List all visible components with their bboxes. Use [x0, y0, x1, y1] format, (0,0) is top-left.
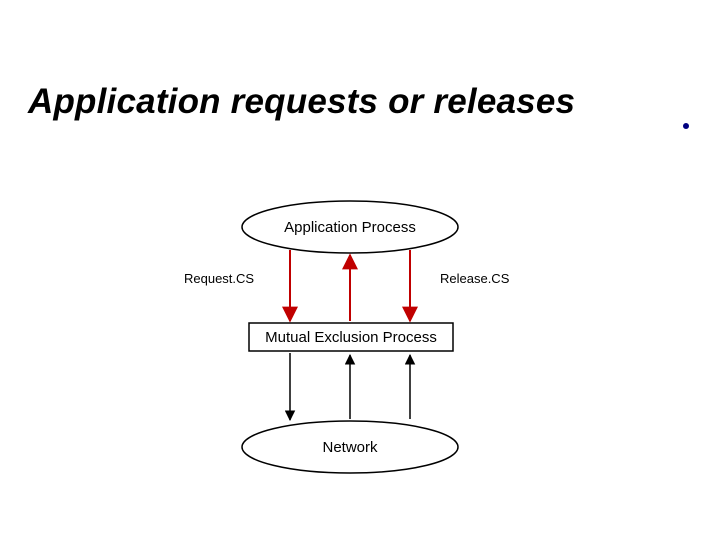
release-cs-label: Release.CS: [440, 271, 510, 286]
mutual-exclusion-node: Mutual Exclusion Process: [249, 323, 453, 351]
request-cs-label: Request.CS: [184, 271, 254, 286]
network-node: Network: [242, 421, 458, 473]
mutual-exclusion-label: Mutual Exclusion Process: [265, 329, 437, 346]
application-process-node: Application Process: [242, 201, 458, 253]
diagram-canvas: Application Process Mutual Exclusion Pro…: [0, 0, 720, 540]
application-process-label: Application Process: [284, 219, 416, 236]
network-label: Network: [322, 439, 378, 456]
